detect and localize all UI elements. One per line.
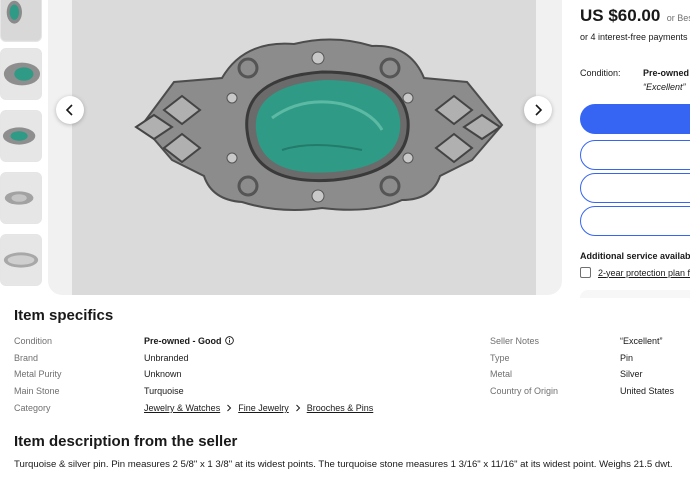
spec-label-seller-notes: Seller Notes bbox=[490, 336, 540, 346]
condition-value: Pre-owned bbox=[643, 68, 690, 78]
item-specifics-title: Item specifics bbox=[14, 307, 114, 324]
condition-label: Condition: bbox=[580, 68, 621, 78]
buy-it-now-button[interactable] bbox=[580, 104, 690, 134]
spec-value-seller-notes: “Excellent” bbox=[620, 336, 663, 346]
category-link-2[interactable]: Fine Jewelry bbox=[238, 403, 289, 413]
thumbnail-5[interactable] bbox=[0, 234, 42, 286]
product-photo bbox=[72, 0, 536, 295]
spec-value-condition: Pre-owned - Good bbox=[144, 336, 234, 346]
main-image-viewer bbox=[48, 0, 562, 295]
chevron-right-icon bbox=[295, 404, 300, 412]
add-to-watchlist-button[interactable] bbox=[580, 206, 690, 236]
description-text: Turquoise & silver pin. Pin measures 2 5… bbox=[14, 459, 673, 470]
price-row: US $60.00 or Best O bbox=[580, 6, 690, 26]
thumbnail-3[interactable] bbox=[0, 110, 42, 162]
chevron-right-icon bbox=[535, 104, 543, 116]
add-to-cart-button[interactable] bbox=[580, 140, 690, 170]
condition-text: Pre-owned - Good bbox=[144, 336, 222, 346]
category-link-3[interactable]: Brooches & Pins bbox=[307, 403, 374, 413]
spec-label-metal: Metal bbox=[490, 369, 513, 379]
category-breadcrumb: Jewelry & Watches Fine Jewelry Brooches … bbox=[144, 403, 373, 413]
installments-text: or 4 interest-free payments o bbox=[580, 32, 690, 42]
next-image-button[interactable] bbox=[524, 96, 552, 124]
spec-label-category: Category bbox=[14, 403, 51, 413]
spec-value-country-of-origin: United States bbox=[620, 386, 675, 396]
thumbnail-2[interactable] bbox=[0, 48, 42, 100]
info-icon[interactable] bbox=[225, 336, 234, 345]
protection-plan-row[interactable]: 2-year protection plan f bbox=[580, 267, 690, 278]
thumbnail-strip bbox=[0, 0, 44, 295]
price: US $60.00 bbox=[580, 6, 661, 25]
item-specifics-section: Item specifics Condition Pre-owned - Goo… bbox=[0, 298, 690, 488]
spec-value-metal: Silver bbox=[620, 369, 643, 379]
spec-label-brand: Brand bbox=[14, 353, 39, 363]
spec-label-country-of-origin: Country of Origin bbox=[490, 386, 559, 396]
spec-label-condition: Condition bbox=[14, 336, 53, 346]
chevron-left-icon bbox=[65, 104, 73, 116]
condition-note: “Excellent” bbox=[643, 82, 686, 92]
buy-box: US $60.00 or Best O or 4 interest-free p… bbox=[580, 0, 690, 300]
chevron-right-icon bbox=[227, 404, 232, 412]
previous-image-button[interactable] bbox=[56, 96, 84, 124]
spec-value-brand: Unbranded bbox=[144, 353, 189, 363]
spec-label-type: Type bbox=[490, 353, 510, 363]
spec-label-main-stone: Main Stone bbox=[14, 386, 60, 396]
additional-service-heading: Additional service available bbox=[580, 251, 690, 261]
spec-value-main-stone: Turquoise bbox=[144, 386, 184, 396]
protection-plan-checkbox[interactable] bbox=[580, 267, 591, 278]
protection-plan-link[interactable]: 2-year protection plan f bbox=[598, 268, 690, 278]
thumbnail-4[interactable] bbox=[0, 172, 42, 224]
description-title: Item description from the seller bbox=[14, 433, 238, 450]
best-offer-text: or Best O bbox=[666, 13, 690, 23]
category-link-1[interactable]: Jewelry & Watches bbox=[144, 403, 220, 413]
thumbnail-1[interactable] bbox=[0, 0, 42, 42]
spec-label-metal-purity: Metal Purity bbox=[14, 369, 62, 379]
spec-value-metal-purity: Unknown bbox=[144, 369, 182, 379]
make-offer-button[interactable] bbox=[580, 173, 690, 203]
spec-value-type: Pin bbox=[620, 353, 634, 363]
